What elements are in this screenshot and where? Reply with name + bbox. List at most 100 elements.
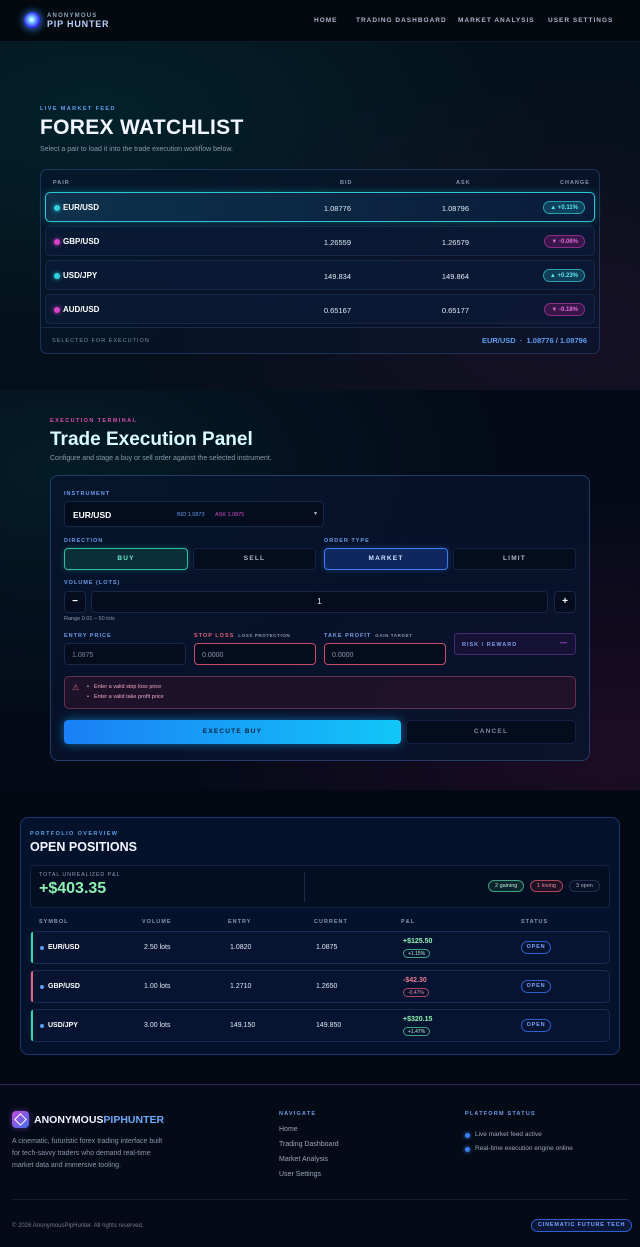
take-profit-label-text: TAKE PROFIT bbox=[324, 633, 372, 639]
pair-status-dot bbox=[54, 239, 60, 245]
nav-link-market-analysis[interactable]: MARKET ANALYSIS bbox=[458, 17, 535, 24]
pair-ask: 1.26579 bbox=[441, 238, 469, 247]
position-symbol: USD/JPY bbox=[48, 1022, 78, 1029]
buy-button[interactable]: BUY bbox=[64, 548, 188, 570]
status-feed: Live market feed active bbox=[475, 1131, 542, 1138]
col-ask: ASK bbox=[456, 180, 471, 186]
pair-change-badge: ▼ -0.06% bbox=[544, 235, 585, 248]
pair-ask: 149.864 bbox=[441, 272, 469, 281]
symbol-dot bbox=[40, 1024, 44, 1028]
instrument-value: EUR/USD bbox=[73, 510, 112, 520]
error-bullet: • bbox=[87, 684, 89, 690]
take-profit-label: TAKE PROFIT GAIN TARGET bbox=[324, 633, 413, 639]
position-row[interactable]: EUR/USD 2.50 lots 1.0820 1.0875 +$125.50… bbox=[30, 931, 610, 964]
pair-symbol: AUD/USD bbox=[63, 305, 100, 314]
footer-divider bbox=[12, 1199, 628, 1200]
brand-bottom[interactable]: PIP HUNTER bbox=[47, 19, 109, 29]
col-pair: PAIR bbox=[53, 180, 70, 186]
position-current: 1.2650 bbox=[316, 983, 338, 990]
pair-bid: 1.26559 bbox=[323, 238, 351, 247]
col-current: CURRENT bbox=[314, 919, 348, 925]
status-engine: Real-time execution engine online bbox=[475, 1145, 573, 1152]
stop-loss-input[interactable]: 0.0000 bbox=[194, 643, 316, 665]
position-symbol: EUR/USD bbox=[48, 944, 80, 951]
col-pnl: P&L bbox=[401, 919, 415, 925]
pair-change-badge: ▼ -0.18% bbox=[544, 303, 585, 316]
pair-change-badge: ▲ +0.23% bbox=[542, 269, 585, 282]
footer-description-line: A cinematic, futuristic forex trading in… bbox=[12, 1138, 163, 1145]
position-status-badge: OPEN bbox=[521, 1019, 551, 1032]
instrument-label: INSTRUMENT bbox=[64, 491, 111, 497]
nav-link-user-settings[interactable]: USER SETTINGS bbox=[548, 17, 613, 24]
pair-status-dot bbox=[54, 273, 60, 279]
watchlist-row[interactable]: EUR/USD 1.08776 1.08796 ▲ +0.11% bbox=[45, 192, 595, 222]
volume-decrement-button[interactable]: − bbox=[64, 591, 86, 613]
pair-ask: 1.08796 bbox=[441, 204, 469, 213]
position-row[interactable]: USD/JPY 3.00 lots 149.150 149.850 +$320.… bbox=[30, 1009, 610, 1042]
position-row[interactable]: GBP/USD 1.00 lots 1.2710 1.2650 -$42.30 … bbox=[30, 970, 610, 1003]
take-profit-hint: GAIN TARGET bbox=[375, 633, 413, 638]
volume-label: VOLUME (LOTS) bbox=[64, 580, 121, 586]
footer-link-market-analysis[interactable]: Market Analysis bbox=[279, 1156, 328, 1163]
risk-reward-box: RISK / REWARD — bbox=[454, 633, 576, 655]
copyright: © 2026 AnonymousPipHunter. All rights re… bbox=[12, 1223, 144, 1229]
warning-icon: ⚠ bbox=[72, 683, 80, 692]
pair-symbol: GBP/USD bbox=[63, 237, 100, 246]
col-entry: ENTRY bbox=[228, 919, 252, 925]
volume-increment-button[interactable]: + bbox=[554, 591, 576, 613]
col-volume: VOLUME bbox=[142, 919, 172, 925]
logo-diamond bbox=[14, 1113, 27, 1126]
nav-link-trading-dashboard[interactable]: TRADING DASHBOARD bbox=[356, 17, 447, 24]
position-entry: 1.0820 bbox=[230, 944, 252, 951]
position-pnl-pct: +1.47% bbox=[403, 1027, 431, 1036]
nav-link-home[interactable]: HOME bbox=[314, 17, 338, 24]
selected-pair-bar: SELECTED FOR EXECUTION EUR/USD · 1.08776… bbox=[41, 327, 599, 354]
logo-orb-icon[interactable] bbox=[24, 12, 41, 29]
divider bbox=[304, 872, 305, 902]
validation-error-box: ⚠ • Enter a valid stop loss price • Ente… bbox=[64, 676, 576, 709]
watchlist-subtitle: Select a pair to load it into the trade … bbox=[40, 146, 233, 153]
open-count-badge: 3 open bbox=[569, 880, 600, 892]
trade-subtitle: Configure and stage a buy or sell order … bbox=[50, 455, 272, 462]
footer-link-home[interactable]: Home bbox=[279, 1126, 298, 1133]
footer-brand[interactable]: ANONYMOUSPIPHUNTER bbox=[34, 1114, 164, 1126]
watchlist-eyebrow: LIVE MARKET FEED bbox=[40, 106, 116, 112]
execute-buy-button[interactable]: EXECUTE BUY bbox=[64, 720, 401, 744]
position-pnl-pct: -0.47% bbox=[403, 988, 429, 997]
limit-order-button[interactable]: LIMIT bbox=[453, 548, 576, 570]
volume-input[interactable]: 1 bbox=[91, 591, 548, 613]
entry-price-label: ENTRY PRICE bbox=[64, 633, 112, 639]
row-accent bbox=[31, 971, 33, 1002]
position-entry: 1.2710 bbox=[230, 983, 252, 990]
position-symbol: GBP/USD bbox=[48, 983, 80, 990]
stop-loss-label-text: STOP LOSS bbox=[194, 633, 235, 639]
instrument-ask: ASK 1.0875 bbox=[215, 512, 245, 518]
watchlist-row[interactable]: USD/JPY 149.834 149.864 ▲ +0.23% bbox=[45, 260, 595, 290]
losing-badge: 1 losing bbox=[530, 880, 563, 892]
pair-symbol: USD/JPY bbox=[63, 271, 98, 280]
footer-link-user-settings[interactable]: User Settings bbox=[279, 1171, 321, 1178]
take-profit-input[interactable]: 0.0000 bbox=[324, 643, 446, 665]
footer-link-trading-dashboard[interactable]: Trading Dashboard bbox=[279, 1141, 339, 1148]
footer-status-heading: PLATFORM STATUS bbox=[465, 1111, 536, 1117]
pair-change-badge: ▲ +0.11% bbox=[543, 201, 585, 214]
watchlist-row[interactable]: AUD/USD 0.65167 0.65177 ▼ -0.18% bbox=[45, 294, 595, 324]
position-pnl: -$42.30 bbox=[403, 977, 427, 984]
pnl-value: +$403.35 bbox=[39, 880, 107, 897]
volume-range-hint: Range 0.01 – 50 lots bbox=[64, 616, 115, 622]
symbol-dot bbox=[40, 946, 44, 950]
row-accent bbox=[31, 1010, 33, 1041]
market-order-button[interactable]: MARKET bbox=[324, 548, 448, 570]
watchlist-title: FOREX WATCHLIST bbox=[40, 116, 244, 139]
sell-button[interactable]: SELL bbox=[193, 548, 316, 570]
watchlist-row[interactable]: GBP/USD 1.26559 1.26579 ▼ -0.06% bbox=[45, 226, 595, 256]
entry-price-input[interactable]: 1.0875 bbox=[64, 643, 186, 665]
footer-description-line: for tech-savvy traders who demand real-t… bbox=[12, 1150, 151, 1157]
pair-bid: 0.65167 bbox=[323, 306, 351, 315]
footer-logo-icon[interactable] bbox=[12, 1111, 29, 1128]
cancel-button[interactable]: CANCEL bbox=[406, 720, 576, 744]
error-stop-loss: Enter a valid stop loss price bbox=[94, 684, 162, 690]
instrument-select[interactable]: EUR/USD BID 1.0873 ASK 1.0875 ▼ bbox=[64, 501, 324, 527]
top-navbar: ANONYMOUS PIP HUNTER HOME TRADING DASHBO… bbox=[0, 0, 640, 42]
position-pnl: +$320.15 bbox=[403, 1016, 433, 1023]
